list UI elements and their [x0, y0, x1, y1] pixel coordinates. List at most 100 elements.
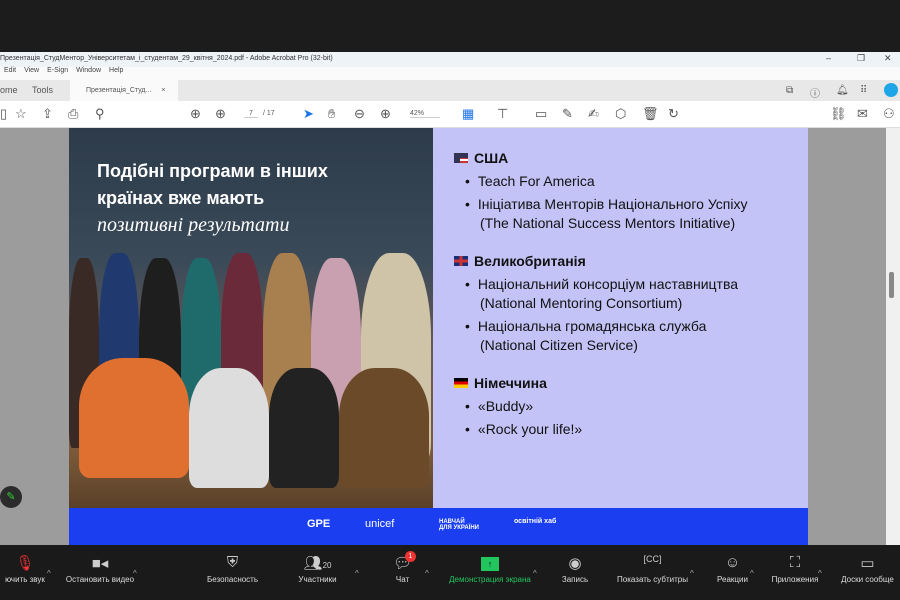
slide: Подібні програми в інших країнах вже маю…	[69, 128, 808, 545]
reactions-label: Реакции	[717, 575, 748, 584]
annotation-pen-button[interactable]: ✎	[0, 486, 22, 508]
menu-edit[interactable]: Edit	[4, 67, 16, 74]
stamp-icon[interactable]: ⬡	[615, 106, 626, 122]
page-number-input[interactable]: 7	[244, 110, 258, 118]
participants-options-caret[interactable]: ^	[355, 569, 359, 578]
bell-icon[interactable]: 🔔︎	[836, 85, 849, 96]
fit-page-icon[interactable]: ▦	[462, 106, 474, 122]
tab-home[interactable]: ome	[0, 85, 18, 95]
video-options-caret[interactable]: ^	[133, 569, 137, 578]
menu-view[interactable]: View	[24, 67, 39, 74]
menu-esign[interactable]: E-Sign	[47, 67, 68, 74]
gpe-logo: GPE	[307, 518, 331, 530]
zoom-in-icon[interactable]: ⊕	[380, 106, 391, 122]
list-item: Ініціатива Менторів Національного Успіху	[477, 196, 748, 212]
slide-headline: Подібні програми в інших країнах вже маю…	[97, 158, 397, 239]
sign-icon[interactable]: ✍︎	[588, 106, 599, 122]
menu-window[interactable]: Window	[76, 67, 101, 74]
top-black-area	[0, 0, 900, 52]
captions-button[interactable]: [CC] Показать субтитры	[610, 545, 695, 600]
vertical-scrollbar[interactable]	[886, 128, 900, 545]
record-label: Запись	[561, 575, 589, 584]
uk-flag-icon	[454, 256, 468, 266]
share-screen-icon[interactable]: ⧉	[786, 85, 793, 96]
select-cursor-icon[interactable]: ➤	[303, 106, 314, 122]
comment-icon[interactable]: ▭	[535, 106, 547, 122]
captions-options-caret[interactable]: ^	[690, 569, 694, 578]
chat-label: Чат	[395, 575, 410, 584]
previous-page-icon[interactable]: ⊕	[190, 106, 201, 122]
group-photo: Подібні програми в інших країнах вже маю…	[69, 128, 433, 508]
tab-document[interactable]: Презентація_Студ... ×	[70, 80, 178, 101]
bookmark-star-icon[interactable]: ☆	[15, 106, 27, 122]
chat-options-caret[interactable]: ^	[425, 569, 429, 578]
mute-label: ючить звук	[5, 575, 45, 584]
list-item: «Rock your life!»	[477, 421, 583, 437]
reactions-button[interactable]: ☺ Реакции	[710, 545, 755, 600]
meeting-controls-bar: 🎙︎ ючить звук ^ ■◂ Остановить видео ^ ⛨ Без…	[0, 545, 900, 600]
close-button[interactable]: ✕	[884, 53, 892, 64]
video-label: Остановить видео	[65, 575, 135, 584]
slide-footer-logos: GPE unicef НАВЧАЙ ДЛЯ УКРАЇНИ освітній х…	[69, 508, 808, 545]
share-arrow-icon: ↑	[481, 557, 499, 571]
share-screen-button[interactable]: ↑ Демонстрация экрана	[440, 545, 540, 600]
print-icon[interactable]: ⎙	[68, 106, 78, 122]
apps-grid-icon[interactable]: ⠿	[860, 85, 867, 96]
menu-help[interactable]: Help	[109, 67, 123, 74]
participants-button[interactable]: 👥︎20 Участники	[290, 545, 345, 600]
country-germany: Німеччина • «Buddy» • «Rock your life!»	[454, 375, 804, 439]
list-item-subtitle: (National Mentoring Consortium)	[480, 295, 683, 311]
apps-button[interactable]: ⛶ Приложения	[765, 545, 825, 600]
scroll-mode-icon[interactable]: ⊤	[497, 106, 508, 122]
reactions-options-caret[interactable]: ^	[750, 569, 754, 578]
participants-count: 20	[322, 561, 332, 570]
tab-document-label: Презентація_Студ...	[86, 87, 152, 94]
sidebar-icon[interactable]: ▯	[0, 106, 7, 122]
whiteboards-button[interactable]: ▭ Доски сообще	[835, 545, 900, 600]
delete-icon[interactable]: 🗑︎	[642, 106, 659, 122]
restore-button[interactable]: ❐	[857, 53, 865, 64]
participants-label: Участники	[298, 575, 337, 584]
us-flag-icon	[454, 153, 468, 163]
captions-label: Показать субтитры	[617, 575, 688, 584]
rotate-icon[interactable]: ↻	[668, 106, 679, 122]
country-list: США • Teach For America • Ініціатива Менто…	[454, 150, 804, 459]
hand-icon[interactable]: ✋︎	[328, 106, 335, 122]
record-button[interactable]: ◉ Запись	[555, 545, 595, 600]
search-icon[interactable]: ⚲	[95, 106, 105, 122]
tab-close-button[interactable]: ×	[161, 87, 165, 94]
toolbar: ▯ ☆ ⇪ ⎙ ⚲ ⊕ ⊕ 7 / 17 ➤ ✋︎ ⊖ ⊕ 42% ▦ ⊤ ▭ …	[0, 101, 900, 128]
country-name: Німеччина	[474, 375, 547, 391]
security-button[interactable]: ⛨ Безопасность	[200, 545, 265, 600]
add-user-icon[interactable]: ⚇	[883, 106, 895, 122]
zoom-level-dropdown[interactable]: 42%	[410, 110, 440, 118]
tab-tools[interactable]: Tools	[32, 85, 53, 95]
whiteboards-label: Доски сообще	[841, 575, 894, 584]
link-icon[interactable]: ⛓︎	[830, 106, 847, 122]
muted-mic-icon: 🎙︎	[15, 555, 35, 572]
email-icon[interactable]: ✉	[857, 106, 868, 122]
minimize-button[interactable]: –	[826, 53, 831, 63]
next-page-icon[interactable]: ⊕	[215, 106, 226, 122]
security-label: Безопасность	[206, 575, 259, 584]
list-item-subtitle: (The National Success Mentors Initiative…	[480, 215, 736, 231]
highlight-pen-icon[interactable]: ✎	[562, 106, 573, 122]
tab-bar: ome Tools Презентація_Студ... × ⧉ ⓘ 🔔︎ ⠿	[0, 80, 900, 101]
help-icon[interactable]: ⓘ	[810, 85, 820, 100]
apps-options-caret[interactable]: ^	[818, 569, 822, 578]
mute-button[interactable]: 🎙︎ ючить звук	[0, 545, 50, 600]
whiteboard-icon: ▭	[860, 555, 875, 572]
audio-options-caret[interactable]: ^	[47, 569, 51, 578]
stop-video-button[interactable]: ■◂ Остановить видео	[60, 545, 140, 600]
avatar[interactable]	[884, 83, 898, 97]
list-item: Національний консорціум наставництва	[477, 276, 739, 292]
country-uk: Великобританія • Національний консорціум …	[454, 253, 804, 355]
share-options-caret[interactable]: ^	[533, 569, 537, 578]
zoom-out-icon[interactable]: ⊖	[354, 106, 365, 122]
upload-icon[interactable]: ⇪	[42, 106, 53, 122]
scrollbar-thumb[interactable]	[889, 272, 894, 298]
chat-button[interactable]: 💬︎ 1 Чат	[385, 545, 420, 600]
list-item: Національна громадянська служба	[477, 318, 707, 334]
chat-badge: 1	[405, 551, 416, 562]
window-title: Презентація_СтудМентор_Університетам_і_с…	[0, 55, 333, 62]
